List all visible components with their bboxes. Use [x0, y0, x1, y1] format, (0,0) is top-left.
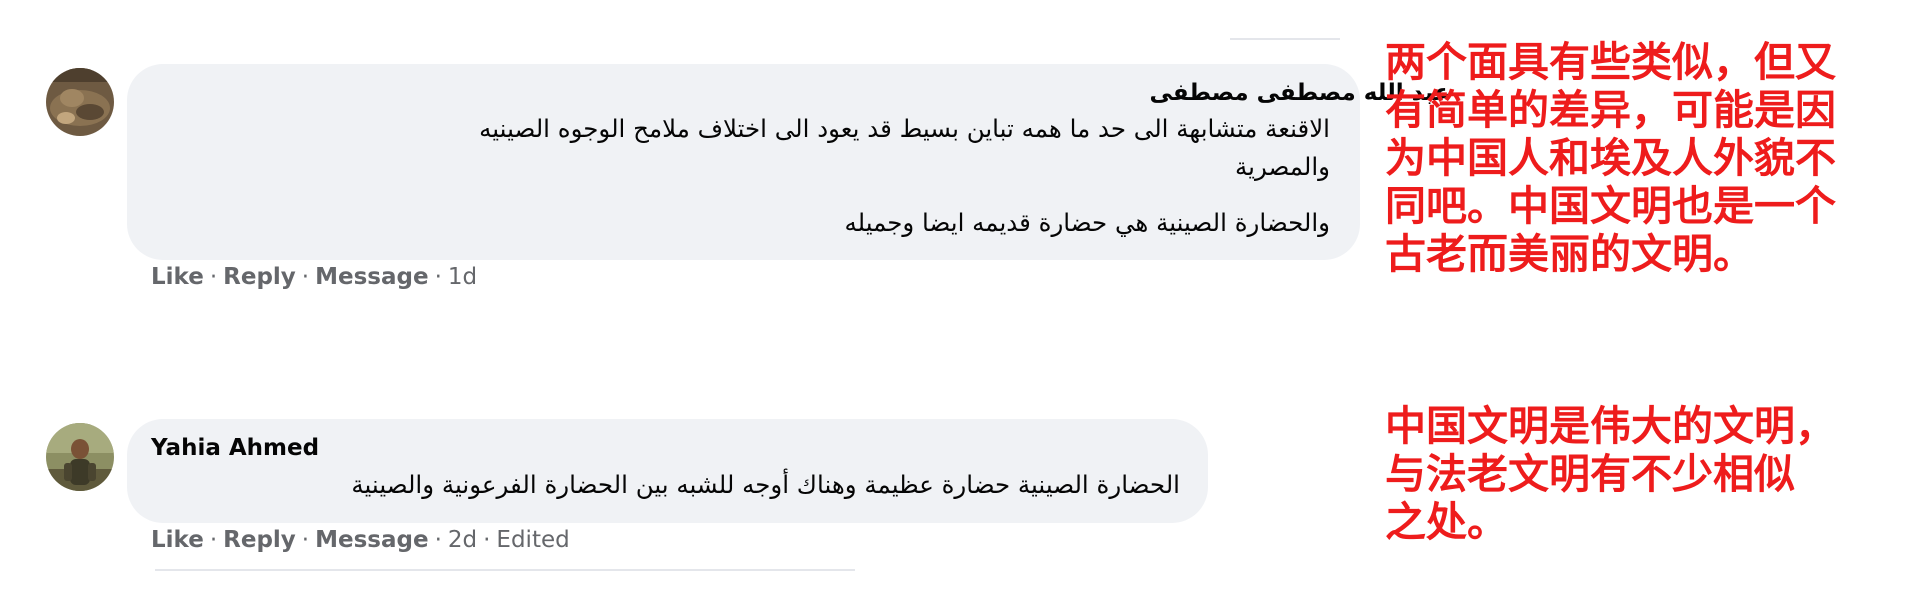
annotation-line: 之处。: [1385, 498, 1508, 546]
annotation-second: 中国文明是伟大的文明， 与法老文明有不少相似 之处。: [1385, 402, 1905, 546]
avatar[interactable]: [46, 423, 114, 491]
cut-off-previous-actions: ·· ··· ···: [258, 395, 448, 407]
annotation-line: 同吧。中国文明也是一个: [1385, 182, 1836, 230]
profile-photo-icon: [46, 68, 114, 136]
comment-text-line: والحضارة الصينية هي حضارة قديمه ايضا وجم…: [844, 208, 1330, 237]
edited-label: Edited: [496, 527, 570, 553]
comment-text-line: والمصرية: [1235, 152, 1330, 181]
annotation-line: 两个面具有些类似，但又: [1385, 38, 1836, 86]
timestamp[interactable]: 1d: [448, 264, 477, 290]
timestamp[interactable]: 2d: [448, 527, 477, 553]
profile-photo-icon: [46, 423, 114, 491]
like-button[interactable]: Like: [151, 527, 204, 553]
comment-author[interactable]: Yahia Ahmed: [151, 435, 319, 461]
annotation-line: 古老而美丽的文明。: [1385, 230, 1754, 278]
comment-actions: Like · Reply · Message · 2d · Edited: [151, 527, 570, 553]
comment-text-line: الحضارة الصينية حضارة عظيمة وهناك أوجه ل…: [351, 470, 1180, 499]
annotation-line: 为中国人和埃及人外貌不: [1385, 134, 1836, 182]
cut-off-previous-actions: ·· ··· ···: [215, 30, 445, 42]
annotation-line: 与法老文明有不少相似: [1385, 450, 1795, 498]
avatar[interactable]: [46, 68, 114, 136]
like-button[interactable]: Like: [151, 264, 204, 290]
message-button[interactable]: Message: [315, 527, 428, 553]
comment-text-line: الاقنعة متشابهة الى حد ما همه تباين بسيط…: [479, 114, 1330, 143]
annotation-line: 有简单的差异，可能是因: [1385, 86, 1836, 134]
annotation-first: 两个面具有些类似，但又 有简单的差异，可能是因 为中国人和埃及人外貌不 同吧。中…: [1385, 38, 1905, 278]
reply-button[interactable]: Reply: [223, 527, 296, 553]
cut-off-divider: [1230, 38, 1340, 40]
bottom-divider: [155, 569, 855, 571]
message-button[interactable]: Message: [315, 264, 428, 290]
reply-button[interactable]: Reply: [223, 264, 296, 290]
annotation-line: 中国文明是伟大的文明，: [1385, 402, 1836, 450]
comment-actions: Like · Reply · Message · 1d: [151, 264, 478, 290]
